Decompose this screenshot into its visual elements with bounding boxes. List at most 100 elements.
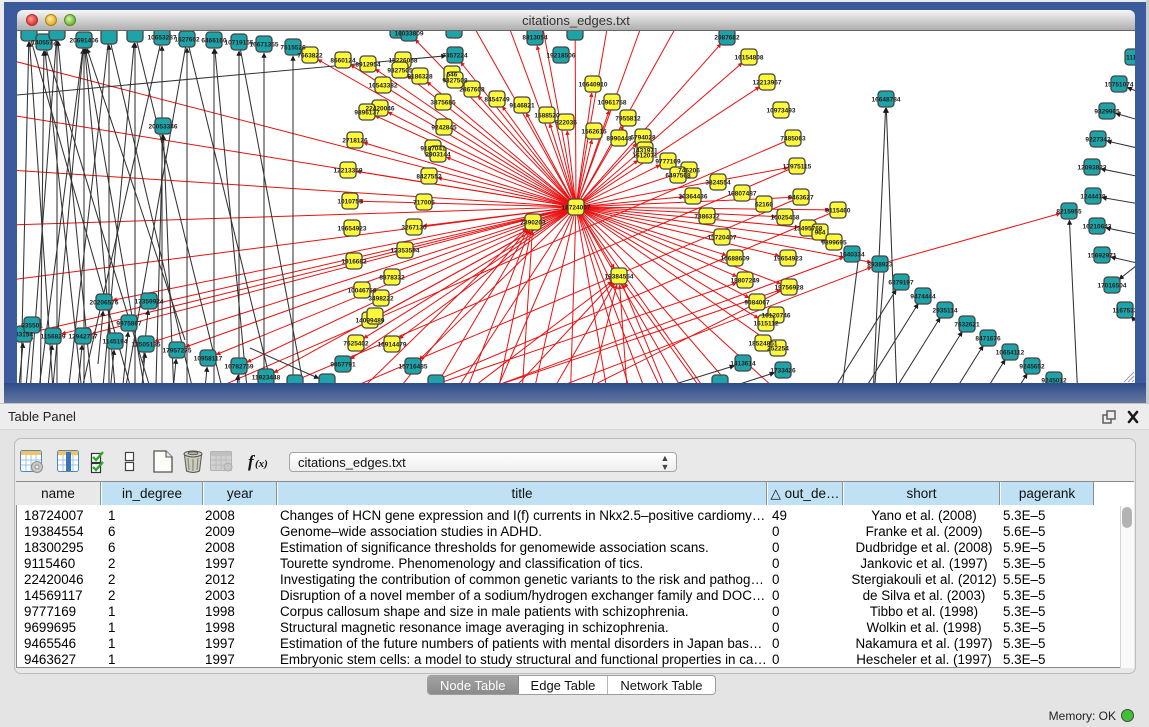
svg-text:8938923: 8938923 — [867, 261, 893, 268]
svg-text:3267130: 3267130 — [401, 224, 427, 231]
svg-text:8660124: 8660124 — [330, 57, 356, 64]
svg-text:19384554: 19384554 — [605, 273, 634, 280]
svg-text:17359924: 17359924 — [135, 298, 164, 305]
svg-text:10973493: 10973493 — [767, 107, 796, 114]
svg-text:1156829: 1156829 — [41, 333, 66, 340]
svg-text:6794028: 6794028 — [630, 134, 656, 141]
svg-text:1733426: 1733426 — [770, 367, 796, 374]
svg-text:8912954: 8912954 — [355, 61, 381, 68]
svg-text:12942757: 12942757 — [69, 333, 98, 340]
svg-text:16033809: 16033809 — [395, 31, 424, 37]
svg-text:7632621: 7632621 — [954, 321, 980, 328]
svg-text:9084067: 9084067 — [744, 299, 770, 306]
svg-text:10961758: 10961758 — [598, 99, 627, 106]
svg-text:10025458: 10025458 — [771, 214, 800, 221]
svg-text:1413614: 1413614 — [730, 360, 756, 367]
svg-text:7663822: 7663822 — [297, 52, 323, 59]
svg-text:18724007: 18724007 — [562, 204, 591, 211]
svg-text:1640334: 1640334 — [839, 251, 865, 258]
svg-text:9146821: 9146821 — [509, 102, 535, 109]
svg-text:8215955: 8215955 — [1056, 208, 1082, 215]
svg-text:8454749: 8454749 — [484, 96, 510, 103]
svg-text:964: 964 — [815, 229, 826, 236]
svg-text:9327508: 9327508 — [442, 77, 468, 84]
svg-text:9899695: 9899695 — [821, 239, 847, 246]
svg-text:12505135: 12505135 — [132, 341, 161, 348]
svg-text:7955812: 7955812 — [615, 115, 641, 122]
svg-text:1244419: 1244419 — [1080, 193, 1106, 200]
svg-text:8990448: 8990448 — [606, 135, 632, 142]
svg-text:7386372: 7386372 — [694, 213, 720, 220]
svg-text:1405572: 1405572 — [31, 39, 57, 46]
svg-text:6379197: 6379197 — [888, 279, 914, 286]
svg-text:1615112: 1615112 — [754, 320, 779, 327]
svg-text:16154808: 16154808 — [735, 54, 764, 61]
svg-text:17957275: 17957275 — [163, 347, 192, 354]
svg-text:19654923: 19654923 — [338, 225, 367, 232]
svg-text:16648784: 16648784 — [872, 96, 901, 103]
svg-text:10654112: 10654112 — [996, 349, 1025, 356]
svg-text:15716485: 15716485 — [399, 363, 428, 370]
svg-text:16120746: 16120746 — [762, 312, 791, 319]
svg-text:10688609: 10688609 — [721, 255, 750, 262]
svg-text:10958117: 10958117 — [194, 355, 223, 362]
svg-text:15751074: 15751074 — [1105, 81, 1134, 88]
svg-text:2390203: 2390203 — [520, 219, 546, 226]
svg-text:8471676: 8471676 — [975, 335, 1001, 342]
svg-text:12353594: 12353594 — [391, 247, 420, 254]
svg-text:2903144: 2903144 — [425, 151, 451, 158]
svg-text:6466160: 6466160 — [201, 37, 227, 44]
svg-text:11923448: 11923448 — [252, 374, 281, 381]
svg-text:20206576: 20206576 — [90, 299, 119, 306]
svg-text:19218506: 19218506 — [547, 52, 576, 59]
svg-text:20364436: 20364436 — [679, 193, 708, 200]
svg-text:8427552: 8427552 — [416, 173, 442, 180]
svg-text:16210643: 16210643 — [1083, 223, 1112, 230]
svg-text:8813054: 8813054 — [522, 34, 548, 41]
svg-text:16671355: 16671355 — [250, 41, 279, 48]
svg-text:62160: 62160 — [755, 201, 773, 208]
svg-text:2718126: 2718126 — [342, 137, 368, 144]
svg-text:(x): (x) — [255, 458, 268, 470]
svg-text:15720407: 15720407 — [708, 234, 737, 241]
svg-text:9245652: 9245652 — [1019, 363, 1045, 370]
svg-text:3875685: 3875685 — [430, 99, 456, 106]
svg-text:7625402: 7625402 — [343, 340, 369, 347]
svg-text:8186328: 8186328 — [407, 73, 433, 80]
svg-text:252254: 252254 — [767, 345, 789, 352]
svg-text:9896137: 9896137 — [354, 109, 380, 116]
svg-text:1527602: 1527602 — [174, 36, 200, 43]
svg-text:1167533: 1167533 — [1113, 307, 1135, 314]
svg-text:7515526: 7515526 — [280, 44, 306, 51]
svg-text:17016504: 17016504 — [1098, 282, 1127, 289]
svg-text:10653287: 10653287 — [148, 34, 177, 41]
svg-text:9329965: 9329965 — [1094, 108, 1120, 115]
svg-text:9115460: 9115460 — [826, 207, 851, 214]
svg-text:12213359: 12213359 — [334, 167, 363, 174]
svg-text:19756928: 19756928 — [775, 284, 804, 291]
svg-text:1612071: 1612071 — [632, 152, 658, 159]
svg-text:935501: 935501 — [21, 322, 43, 329]
svg-text:3498222: 3498222 — [368, 295, 394, 302]
svg-text:9975867: 9975867 — [116, 320, 142, 327]
svg-text:16543382: 16543382 — [369, 82, 398, 89]
svg-text:6497568: 6497568 — [665, 172, 691, 179]
svg-text:10046756: 10046756 — [348, 287, 377, 294]
svg-text:9242845: 9242845 — [431, 124, 457, 131]
svg-text:1145194: 1145194 — [103, 338, 128, 345]
svg-text:20691406: 20691406 — [70, 37, 99, 44]
svg-text:8878332: 8878332 — [379, 274, 405, 281]
svg-text:10807487: 10807487 — [728, 190, 757, 197]
svg-text:18807249: 18807249 — [731, 277, 760, 284]
svg-text:2867608: 2867608 — [459, 86, 485, 93]
svg-text:1112: 1112 — [1126, 54, 1135, 61]
svg-text:15226058: 15226058 — [389, 57, 418, 64]
svg-text:16914479: 16914479 — [378, 341, 407, 348]
svg-text:7357224: 7357224 — [442, 52, 468, 59]
svg-text:7485063: 7485063 — [780, 135, 806, 142]
svg-text:2087682: 2087682 — [714, 34, 740, 41]
svg-text:17975115: 17975115 — [783, 163, 812, 170]
svg-text:822036: 822036 — [555, 119, 577, 126]
svg-text:33154: 33154 — [17, 331, 33, 338]
svg-text:2935114: 2935114 — [933, 307, 958, 314]
